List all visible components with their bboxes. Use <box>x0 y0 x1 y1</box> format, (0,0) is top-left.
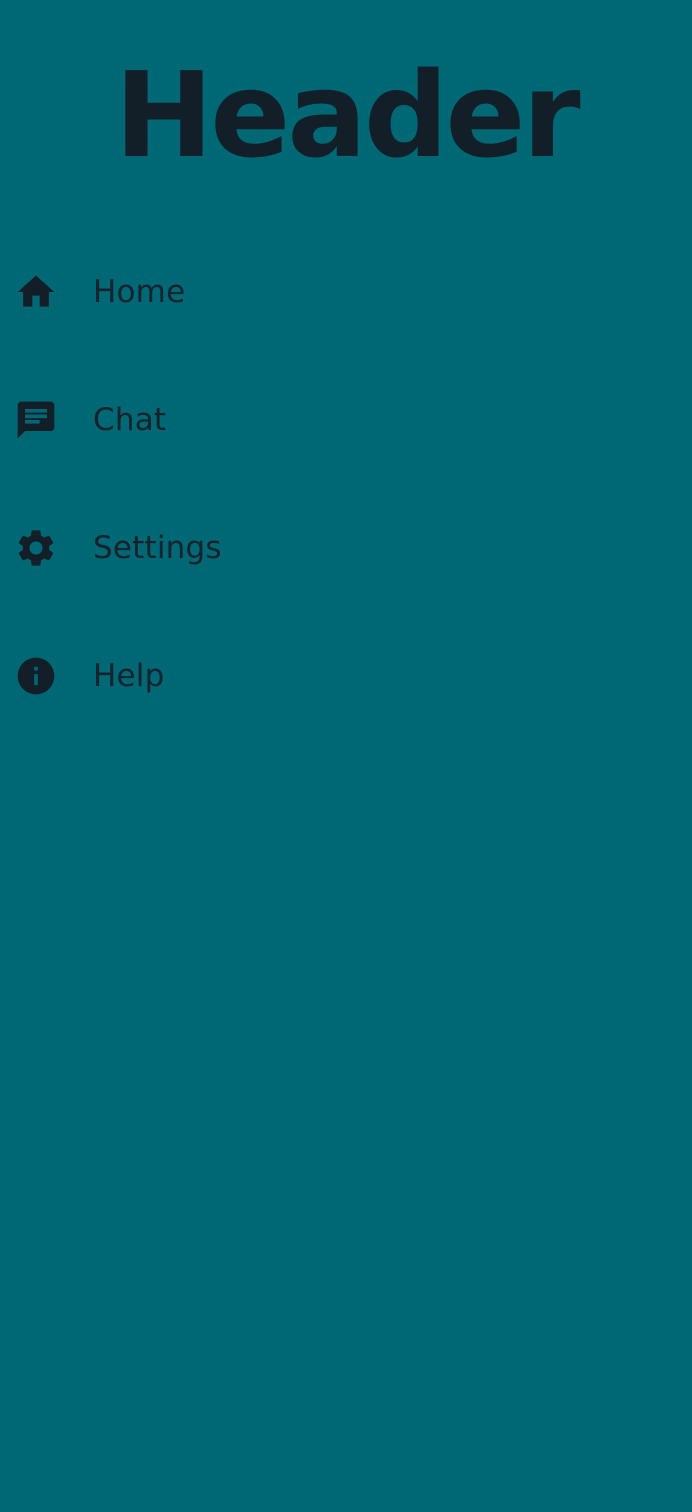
settings-gear-icon <box>14 526 58 570</box>
menu-item-home[interactable]: Home <box>0 228 692 356</box>
home-icon <box>14 270 58 314</box>
menu-item-label: Chat <box>93 402 167 438</box>
drawer-header: Header <box>0 40 692 190</box>
menu-item-settings[interactable]: Settings <box>0 484 692 612</box>
menu-item-label: Settings <box>93 530 222 566</box>
menu-item-help[interactable]: Help <box>0 612 692 740</box>
header-title: Header <box>114 46 580 184</box>
menu-item-label: Help <box>93 658 165 694</box>
info-icon <box>14 654 58 698</box>
drawer-menu: Home Chat Settings Help <box>0 228 692 740</box>
chat-icon <box>14 398 58 442</box>
menu-item-chat[interactable]: Chat <box>0 356 692 484</box>
menu-item-label: Home <box>93 274 186 310</box>
navigation-drawer: Header Home Chat Settings Help <box>0 0 692 1512</box>
